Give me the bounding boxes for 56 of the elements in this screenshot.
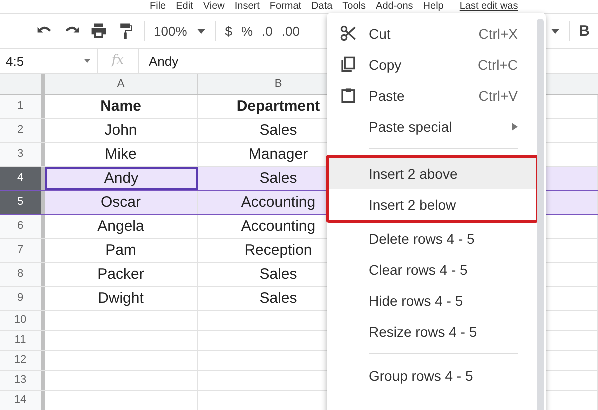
increase-decimals-button[interactable]: .00 xyxy=(282,24,300,38)
menu-option[interactable]: Resize rows 4 - 5 xyxy=(327,316,546,347)
row-header[interactable]: 13 xyxy=(0,371,45,390)
row-header[interactable]: 1 xyxy=(0,95,45,118)
row-header[interactable]: 10 xyxy=(0,311,45,330)
menu-item[interactable]: Data xyxy=(312,0,333,12)
caret-icon xyxy=(84,59,91,63)
row-header[interactable]: 12 xyxy=(0,351,45,370)
clipboard-icon xyxy=(340,87,356,104)
bold-button[interactable]: B xyxy=(579,22,590,40)
menu-item[interactable]: View xyxy=(203,0,225,12)
table-cell: Andy xyxy=(45,167,198,190)
row-header[interactable]: 2 xyxy=(0,119,45,142)
menu-option[interactable]: Cut Ctrl+X xyxy=(327,18,546,49)
print-icon[interactable] xyxy=(90,22,108,40)
table-cell: Oscar xyxy=(45,191,198,214)
menu-option[interactable]: Group rows 4 - 5 xyxy=(327,360,546,391)
row-header[interactable]: 6 xyxy=(0,215,45,238)
decrease-decimals-button[interactable]: .0 xyxy=(262,24,273,38)
last-edit-link[interactable]: Last edit was xyxy=(460,0,518,12)
row-header[interactable]: 5 xyxy=(0,191,45,214)
function-label: fx xyxy=(98,49,139,73)
menu-option[interactable]: Insert 2 above xyxy=(329,158,536,189)
table-cell: Dwight xyxy=(45,287,198,310)
row-header[interactable]: 8 xyxy=(0,263,45,286)
scrollbar[interactable] xyxy=(537,19,544,410)
table-cell: Mike xyxy=(45,143,198,166)
row-header[interactable]: 14 xyxy=(0,391,45,410)
row-header[interactable]: 11 xyxy=(0,331,45,350)
menu-item[interactable]: Tools xyxy=(342,0,366,12)
menu-item[interactable]: Add-ons xyxy=(376,0,414,12)
copy-icon xyxy=(340,56,356,73)
table-cell: Angela xyxy=(45,215,198,238)
row-header[interactable]: 9 xyxy=(0,287,45,310)
caret-icon[interactable] xyxy=(551,28,560,34)
menu-item[interactable]: Edit xyxy=(176,0,194,12)
table-cell: Packer xyxy=(45,263,198,286)
table-cell: Name xyxy=(45,95,198,118)
percent-button[interactable]: % xyxy=(241,24,254,38)
column-header[interactable]: A xyxy=(45,74,198,94)
submenu-arrow-icon xyxy=(512,122,518,130)
row-header[interactable]: 7 xyxy=(0,239,45,262)
menu-item[interactable]: Help xyxy=(423,0,444,12)
scissors-icon xyxy=(340,25,356,42)
name-box[interactable]: 4:5 xyxy=(0,49,98,73)
zoom-dropdown[interactable]: 100% xyxy=(154,24,206,38)
row-header[interactable]: 4 xyxy=(0,167,45,190)
menu-item[interactable]: Format xyxy=(270,0,302,12)
row-header[interactable]: 3 xyxy=(0,143,45,166)
formula-input[interactable]: Andy xyxy=(139,54,179,68)
menu-item[interactable]: File xyxy=(150,0,166,12)
table-cell: John xyxy=(45,119,198,142)
caret-icon xyxy=(197,28,206,34)
menu-item[interactable]: Insert xyxy=(234,0,260,12)
currency-button[interactable]: $ xyxy=(225,24,232,38)
table-cell: Pam xyxy=(45,239,198,262)
